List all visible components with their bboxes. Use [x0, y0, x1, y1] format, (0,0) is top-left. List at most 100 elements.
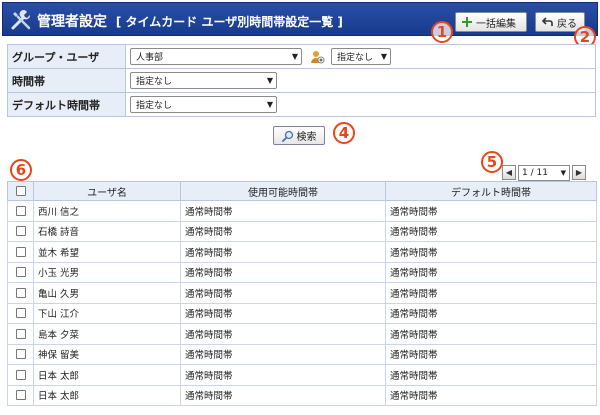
default-slot-select[interactable]: 指定なし ▼ [130, 96, 277, 113]
user-name-cell[interactable]: 島本 夕菜 [33, 323, 181, 345]
row-checkbox[interactable] [15, 287, 26, 298]
next-page-icon[interactable]: ▶ [572, 165, 586, 180]
table-row: 日本 太郎 通常時間帯 通常時間帯 [7, 364, 597, 386]
available-slot-cell: 通常時間帯 [180, 241, 386, 263]
row-checkbox[interactable] [15, 226, 26, 237]
column-header-available: 使用可能時間帯 [180, 181, 386, 201]
row-checkbox[interactable] [15, 349, 26, 360]
available-slot-cell: 通常時間帯 [180, 282, 386, 304]
user-name-cell[interactable]: 日本 太郎 [33, 384, 181, 406]
default-slot-cell: 通常時間帯 [385, 220, 597, 242]
row-checkbox-cell [7, 241, 34, 263]
row-checkbox[interactable] [15, 328, 26, 339]
annotation-4: 4 [333, 122, 355, 144]
default-slot-cell: 通常時間帯 [385, 323, 597, 345]
row-checkbox[interactable] [15, 369, 26, 380]
pager: ◀ 1 / 11 ▼ ▶ [502, 164, 586, 181]
row-checkbox[interactable] [15, 205, 26, 216]
user-name-cell[interactable]: 石橋 詩音 [33, 220, 181, 242]
group-select-value: 人事部 [136, 53, 164, 63]
page-select[interactable]: 1 / 11 ▼ [518, 164, 570, 181]
default-slot-cell: 通常時間帯 [385, 343, 597, 365]
available-slot-cell: 通常時間帯 [180, 384, 386, 406]
page-title-main: 管理者設定 [37, 14, 107, 30]
chevron-down-icon: ▼ [560, 168, 566, 177]
available-slot-cell: 通常時間帯 [180, 200, 386, 222]
available-slot-cell: 通常時間帯 [180, 343, 386, 365]
row-checkbox[interactable] [15, 308, 26, 319]
default-slot-value: 指定なし [136, 101, 173, 111]
chevron-down-icon: ▼ [266, 76, 273, 85]
default-slot-cell: 通常時間帯 [385, 384, 597, 406]
default-slot-cell: 指定なし ▼ [125, 92, 596, 117]
user-name-cell[interactable]: 日本 太郎 [33, 364, 181, 386]
page-display: 1 / 11 [522, 167, 548, 178]
bulk-edit-button[interactable]: 一括編集 [455, 12, 527, 32]
default-slot-cell: 通常時間帯 [385, 261, 597, 283]
row-checkbox-cell [7, 200, 34, 222]
time-slot-value: 指定なし [136, 77, 173, 87]
user-select-icon[interactable] [309, 49, 325, 65]
row-checkbox[interactable] [15, 267, 26, 278]
select-all-checkbox[interactable] [15, 185, 26, 196]
user-name-cell[interactable]: 西川 信之 [33, 200, 181, 222]
annotation-6: 6 [10, 159, 32, 181]
search-button[interactable]: 検索 [273, 126, 325, 145]
row-checkbox-cell [7, 282, 34, 304]
user-name-cell[interactable]: 下山 江介 [33, 302, 181, 324]
row-checkbox-cell [7, 364, 34, 386]
default-slot-cell: 通常時間帯 [385, 364, 597, 386]
default-slot-cell: 通常時間帯 [385, 282, 597, 304]
default-slot-cell: 通常時間帯 [385, 241, 597, 263]
select-all-cell [7, 181, 34, 201]
row-checkbox-cell [7, 323, 34, 345]
user-name-cell[interactable]: 神保 留美 [33, 343, 181, 365]
user-table: ユーザ名 使用可能時間帯 デフォルト時間帯 西川 信之 通常時間帯 通常時間帯 石橋 … [7, 181, 597, 406]
back-label: 戻る [557, 18, 577, 30]
table-row: 西川 信之 通常時間帯 通常時間帯 [7, 200, 597, 222]
chevron-down-icon: ▼ [266, 100, 273, 109]
available-slot-cell: 通常時間帯 [180, 364, 386, 386]
prev-page-icon[interactable]: ◀ [502, 165, 516, 180]
search-form: グループ・ユーザ 人事部 ▼ 指定なし ▼ 時間帯 指定なし ▼ デフォルト時間… [7, 44, 596, 117]
time-slot-label: 時間帯 [7, 68, 126, 93]
annotation-5: 5 [481, 151, 503, 173]
chevron-down-icon: ▼ [380, 52, 387, 61]
table-row: 小玉 光男 通常時間帯 通常時間帯 [7, 261, 597, 283]
row-checkbox-cell [7, 384, 34, 406]
default-slot-cell: 通常時間帯 [385, 302, 597, 324]
table-row: 下山 江介 通常時間帯 通常時間帯 [7, 302, 597, 324]
default-slot-label: デフォルト時間帯 [7, 92, 126, 117]
page-title: 管理者設定 [ タイムカード ユーザ別時間帯設定一覧 ] [37, 11, 343, 31]
user-name-cell[interactable]: 小玉 光男 [33, 261, 181, 283]
group-select[interactable]: 人事部 ▼ [130, 48, 302, 65]
row-checkbox-cell [7, 261, 34, 283]
time-slot-select[interactable]: 指定なし ▼ [130, 72, 277, 89]
row-checkbox[interactable] [15, 246, 26, 257]
annotation-1: 1 [431, 21, 453, 43]
bulk-edit-label: 一括編集 [476, 18, 516, 30]
row-checkbox-cell [7, 220, 34, 242]
user-select[interactable]: 指定なし ▼ [331, 48, 391, 65]
user-name-cell[interactable]: 並木 希望 [33, 241, 181, 263]
page-header: 管理者設定 [ タイムカード ユーザ別時間帯設定一覧 ] 一括編集 戻る [2, 2, 598, 36]
plus-icon [462, 17, 472, 27]
table-row: 亀山 久男 通常時間帯 通常時間帯 [7, 282, 597, 304]
table-row: 日本 太郎 通常時間帯 通常時間帯 [7, 384, 597, 406]
column-header-username: ユーザ名 [33, 181, 181, 201]
row-checkbox[interactable] [15, 390, 26, 401]
back-arrow-icon [542, 17, 553, 26]
search-label: 検索 [296, 132, 317, 143]
available-slot-cell: 通常時間帯 [180, 261, 386, 283]
row-checkbox-cell [7, 343, 34, 365]
user-name-cell[interactable]: 亀山 久男 [33, 282, 181, 304]
available-slot-cell: 通常時間帯 [180, 323, 386, 345]
available-slot-cell: 通常時間帯 [180, 302, 386, 324]
chevron-down-icon: ▼ [291, 52, 298, 61]
tools-icon [11, 10, 31, 30]
page-subtitle: [ タイムカード ユーザ別時間帯設定一覧 ] [115, 15, 343, 29]
group-user-label: グループ・ユーザ [7, 44, 126, 69]
table-row: 石橋 詩音 通常時間帯 通常時間帯 [7, 220, 597, 242]
available-slot-cell: 通常時間帯 [180, 220, 386, 242]
magnifier-icon [281, 130, 293, 142]
